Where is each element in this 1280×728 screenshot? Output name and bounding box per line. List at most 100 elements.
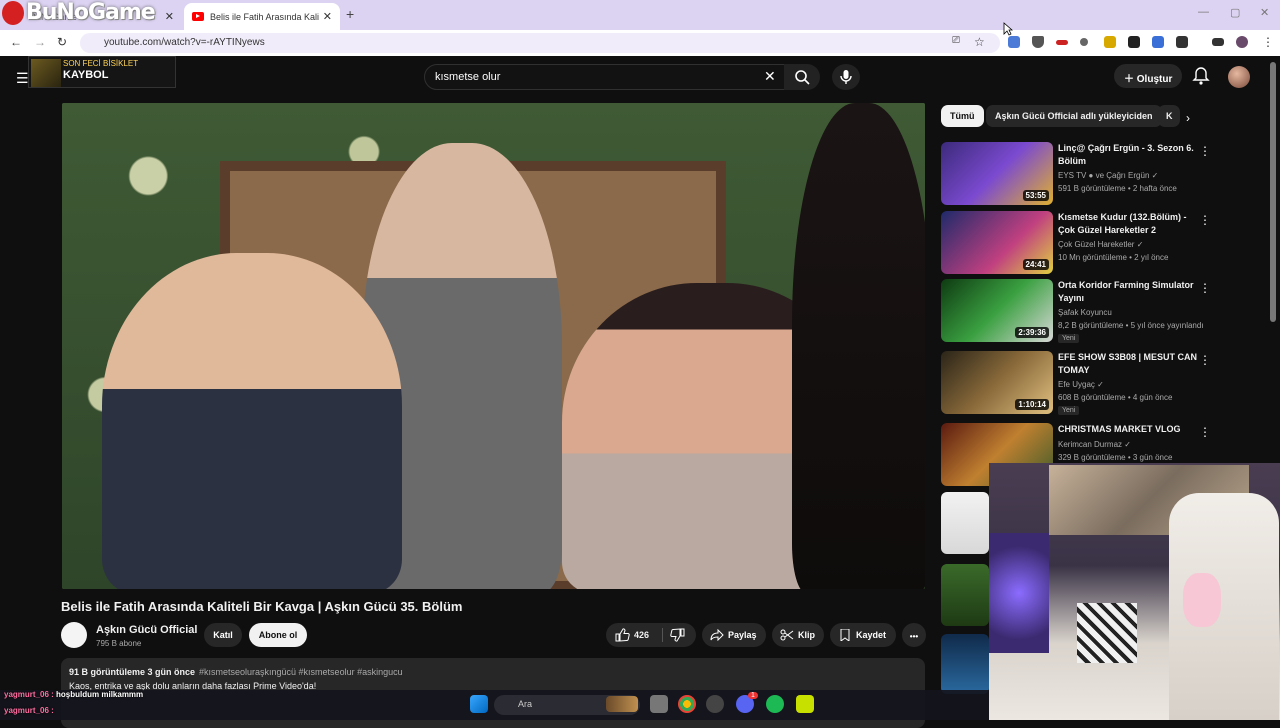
profile-avatar-icon[interactable] bbox=[1236, 36, 1248, 48]
mouse-cursor-icon bbox=[1003, 22, 1013, 36]
maximize-icon[interactable]: ▢ bbox=[1230, 6, 1240, 19]
close-tab-icon[interactable]: ✕ bbox=[323, 10, 332, 23]
plus-icon: ＋ bbox=[1124, 74, 1137, 85]
notifications-bell-icon[interactable] bbox=[1192, 66, 1210, 86]
more-vert-icon[interactable]: ⋮ bbox=[1199, 281, 1211, 295]
extension-box-icon[interactable] bbox=[1128, 36, 1140, 48]
minimize-icon[interactable]: — bbox=[1198, 6, 1209, 18]
voice-search-button[interactable] bbox=[832, 64, 860, 90]
recommendation-channel[interactable]: Şafak Koyuncu bbox=[1058, 308, 1112, 317]
video-thumbnail[interactable]: 24:41 bbox=[941, 211, 1053, 274]
recommendation-title[interactable]: EFE SHOW S3B08 | MESUT CAN TOMAY bbox=[1058, 351, 1198, 377]
more-vert-icon[interactable]: ⋮ bbox=[1199, 425, 1211, 439]
like-divider bbox=[662, 628, 663, 642]
recommendation-title[interactable]: CHRISTMAS MARKET VLOG bbox=[1058, 423, 1198, 436]
recommendation-title[interactable]: Linç@ Çağrı Ergün - 3. Sezon 6. Bölüm bbox=[1058, 142, 1198, 168]
new-badge: Yeni bbox=[1058, 406, 1080, 415]
cast-icon[interactable]: ⎚ bbox=[952, 35, 960, 46]
extension-translate-icon[interactable] bbox=[1008, 36, 1020, 48]
hashtags[interactable]: #kısmetseoluraşkıngücü #kısmetseolur #as… bbox=[199, 667, 403, 677]
dislike-icon[interactable] bbox=[670, 628, 686, 642]
recommendation-item[interactable]: 53:55 Linç@ Çağrı Ergün - 3. Sezon 6. Bö… bbox=[941, 142, 1263, 206]
recommendation-meta: 329 B görüntüleme • 3 gün önce bbox=[1058, 453, 1173, 462]
recommendation-item[interactable]: 1:10:14 EFE SHOW S3B08 | MESUT CAN TOMAY… bbox=[941, 351, 1263, 415]
browser-menu-icon[interactable]: ⋮ bbox=[1262, 35, 1274, 49]
recommendation-item[interactable]: 2:39:36 Orta Koridor Farming Simulator Y… bbox=[941, 279, 1263, 343]
rgb-light bbox=[989, 533, 1049, 653]
extensions-puzzle-icon[interactable] bbox=[1176, 36, 1188, 48]
account-avatar[interactable] bbox=[1228, 66, 1250, 88]
chip-k[interactable]: K bbox=[1158, 105, 1180, 127]
more-vert-icon[interactable]: ⋮ bbox=[1199, 213, 1211, 227]
task-view-icon[interactable] bbox=[650, 695, 668, 713]
search-button[interactable] bbox=[784, 64, 820, 90]
extension-gold-icon[interactable] bbox=[1104, 36, 1116, 48]
page-scrollbar[interactable] bbox=[1270, 62, 1276, 322]
search-icon bbox=[795, 70, 810, 85]
tab-title: Belis ile Fatih Arasında Kaliteli Bir Ka… bbox=[210, 11, 319, 22]
reload-icon[interactable]: ↻ bbox=[57, 35, 67, 49]
recommendation-channel[interactable]: Çok Güzel Hareketler ✓ bbox=[1058, 240, 1143, 249]
more-dots-icon: ••• bbox=[909, 632, 919, 641]
video-player[interactable] bbox=[62, 103, 925, 589]
video-thumbnail[interactable]: 53:55 bbox=[941, 142, 1053, 205]
extension-dot-icon[interactable] bbox=[1080, 38, 1088, 46]
back-icon[interactable]: ← bbox=[10, 35, 22, 49]
more-vert-icon[interactable]: ⋮ bbox=[1199, 353, 1211, 367]
like-icon[interactable] bbox=[614, 628, 630, 642]
windows-start-icon[interactable] bbox=[470, 695, 488, 713]
save-button[interactable]: Kaydet bbox=[830, 623, 896, 647]
extension-red-icon[interactable] bbox=[1056, 40, 1068, 45]
address-bar[interactable]: youtube.com/watch?v=-rAYTINyews bbox=[80, 33, 1000, 53]
spotify-taskbar-icon[interactable] bbox=[766, 695, 784, 713]
bunogame-mark-icon bbox=[2, 1, 24, 25]
forward-icon[interactable]: → bbox=[34, 35, 46, 49]
extension-screen-icon[interactable] bbox=[1152, 36, 1164, 48]
video-thumbnail[interactable] bbox=[941, 564, 989, 626]
video-thumbnail[interactable]: 2:39:36 bbox=[941, 279, 1053, 342]
recommendation-channel[interactable]: EYS TV ● ve Çağrı Ergün ✓ bbox=[1058, 171, 1158, 180]
share-label: Paylaş bbox=[728, 630, 757, 640]
create-button[interactable]: ＋ Oluştur bbox=[1114, 64, 1182, 88]
chrome-taskbar-icon[interactable] bbox=[678, 695, 696, 713]
video-thumbnail[interactable] bbox=[941, 634, 989, 694]
bunogame-logo: BuNoGame bbox=[2, 0, 156, 25]
more-vert-icon[interactable]: ⋮ bbox=[1199, 144, 1211, 158]
tab-youtube-video[interactable]: Belis ile Fatih Arasında Kaliteli Bir Ka… bbox=[184, 3, 340, 30]
recommendation-channel[interactable]: Efe Uygaç ✓ bbox=[1058, 380, 1104, 389]
search-input[interactable]: kısmetse olur bbox=[424, 64, 786, 90]
video-thumbnail[interactable] bbox=[941, 492, 989, 554]
extension-shield-icon[interactable] bbox=[1032, 36, 1044, 48]
media-queue-icon[interactable] bbox=[1212, 38, 1224, 46]
recommendation-meta: 10 Mn görüntüleme • 2 yıl önce bbox=[1058, 253, 1169, 262]
clip-button[interactable]: Klip bbox=[772, 623, 824, 647]
video-person-edge bbox=[792, 103, 925, 589]
recommendation-channel[interactable]: Kerimcan Durmaz ✓ bbox=[1058, 440, 1131, 449]
taskbar-search-placeholder: Ara bbox=[518, 699, 533, 709]
join-button[interactable]: Katıl bbox=[204, 623, 242, 647]
chip-from-uploader[interactable]: Aşkın Gücü Official adlı yükleyiciden bbox=[986, 105, 1162, 127]
clear-search-icon[interactable]: ✕ bbox=[764, 68, 776, 85]
subscribe-button[interactable]: Abone ol bbox=[249, 623, 307, 647]
channel-name[interactable]: Aşkın Gücü Official bbox=[96, 624, 197, 636]
window-close-icon[interactable]: ✕ bbox=[1260, 6, 1269, 19]
scissors-icon bbox=[780, 629, 794, 641]
channel-avatar[interactable] bbox=[61, 622, 87, 648]
recommendation-title[interactable]: Kısmetse Kudur (132.Bölüm) - Çok Güzel H… bbox=[1058, 211, 1198, 237]
close-tab-icon[interactable]: ✕ bbox=[165, 10, 174, 23]
hamburger-menu-icon[interactable]: ☰ bbox=[16, 70, 29, 87]
browser-tab-strip: BuNoGame ✕ Belis ile Fatih Arasında Kali… bbox=[0, 0, 1280, 30]
recommendation-item[interactable]: 24:41 Kısmetse Kudur (132.Bölüm) - Çok G… bbox=[941, 211, 1263, 275]
bookmark-star-icon[interactable]: ☆ bbox=[974, 35, 985, 49]
chevron-right-icon[interactable]: › bbox=[1186, 111, 1190, 125]
video-duration: 24:41 bbox=[1022, 259, 1049, 270]
obs-taskbar-icon[interactable] bbox=[706, 695, 724, 713]
new-tab-button[interactable]: + bbox=[346, 6, 354, 22]
save-label: Kaydet bbox=[856, 630, 887, 640]
more-actions-button[interactable]: ••• bbox=[902, 623, 926, 647]
video-thumbnail[interactable]: 1:10:14 bbox=[941, 351, 1053, 414]
share-button[interactable]: Paylaş bbox=[702, 623, 766, 647]
live-app-taskbar-icon[interactable] bbox=[796, 695, 814, 713]
chip-all[interactable]: Tümü bbox=[941, 105, 984, 127]
recommendation-title[interactable]: Orta Koridor Farming Simulator Yayını bbox=[1058, 279, 1198, 305]
